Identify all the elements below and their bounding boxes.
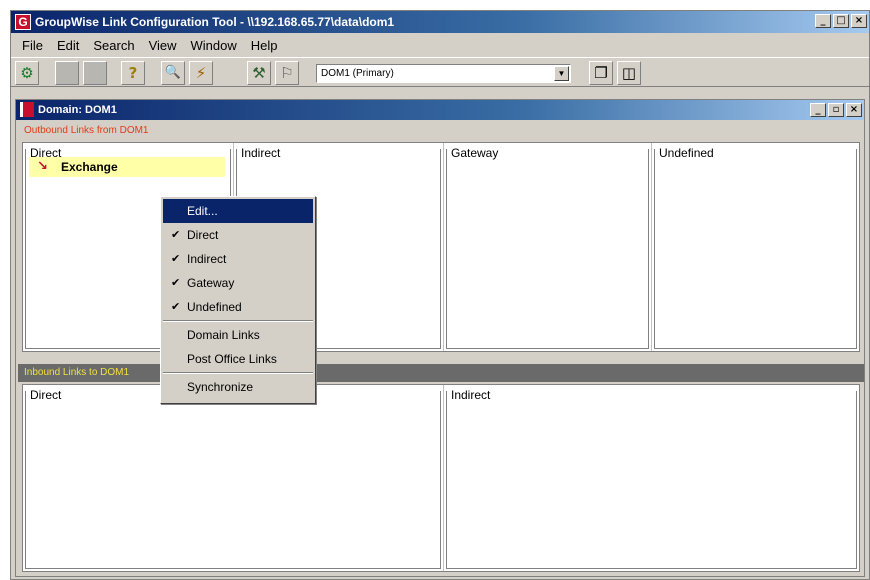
menu-separator (163, 372, 313, 374)
menu-item-post-office-links[interactable]: Post Office Links (163, 347, 313, 371)
chevron-down-icon[interactable]: ▼ (554, 66, 569, 81)
menu-item-synchronize[interactable]: Synchronize (163, 375, 313, 399)
context-menu: Edit... ✔ Direct ✔ Indirect ✔ Gateway ✔ … (160, 196, 316, 404)
link-tool-icon[interactable]: ⚡ (189, 61, 213, 85)
window-title: GroupWise Link Configuration Tool - \\19… (35, 15, 395, 29)
group-title: Indirect (240, 146, 282, 160)
menu-view[interactable]: View (142, 38, 184, 53)
domain-select-value: DOM1 (Primary) (321, 68, 394, 79)
close-button[interactable]: × (851, 14, 867, 28)
menu-item-indirect[interactable]: ✔ Indirect (163, 247, 313, 271)
edit-link-icon[interactable]: ⚐ (275, 61, 299, 85)
group-title: Gateway (450, 146, 500, 160)
menu-help[interactable]: Help (244, 38, 285, 53)
child-restore-button[interactable]: ▫ (828, 103, 844, 117)
window-titlebar[interactable]: G GroupWise Link Configuration Tool - \\… (11, 11, 869, 33)
group-title: Direct (29, 388, 63, 402)
outbound-group-undefined[interactable]: Undefined (651, 143, 859, 351)
disabled-icon-1[interactable] (55, 61, 79, 85)
menu-search[interactable]: Search (86, 38, 141, 53)
link-item-label: Exchange (61, 160, 118, 174)
find-icon[interactable]: 🔍 (161, 61, 185, 85)
inbound-links-label: Inbound Links to DOM1 (18, 364, 864, 382)
child-minimize-button[interactable]: _ (810, 103, 826, 117)
domain-child-window: Domain: DOM1 _ ▫ × Outbound Links from D… (15, 99, 865, 577)
disabled-icon-2[interactable] (83, 61, 107, 85)
toolbar: ⚙ ? 🔍 ⚡ ⚒ ⚐ DOM1 (Primary) ▼ ❐ ◫ (11, 57, 869, 87)
maximize-button[interactable]: □ (833, 14, 849, 28)
tile-icon[interactable]: ◫ (617, 61, 641, 85)
minimize-button[interactable]: _ (815, 14, 831, 28)
menu-item-undefined[interactable]: ✔ Undefined (163, 295, 313, 319)
group-title: Undefined (658, 146, 715, 160)
outbound-links-label: Outbound Links from DOM1 (18, 122, 864, 140)
child-window-titlebar[interactable]: Domain: DOM1 _ ▫ × (16, 100, 864, 120)
help-icon[interactable]: ? (121, 61, 145, 85)
link-item-exchange[interactable]: ↘ Exchange (29, 157, 225, 177)
inbound-group-direct[interactable]: Direct (23, 385, 443, 571)
inbound-group-indirect[interactable]: Indirect (443, 385, 859, 571)
menu-edit[interactable]: Edit (50, 38, 86, 53)
link-connector-icon: ↘ (37, 159, 48, 174)
connect-icon[interactable]: ⚙ (15, 61, 39, 85)
menu-window[interactable]: Window (184, 38, 244, 53)
menu-separator (163, 320, 313, 322)
cascade-icon[interactable]: ❐ (589, 61, 613, 85)
checkmark-icon: ✔ (171, 300, 181, 313)
outbound-links-pane: Direct ↘ Exchange Indirect Gateway Undef… (22, 142, 860, 352)
menu-item-edit[interactable]: Edit... (163, 199, 313, 223)
child-close-button[interactable]: × (846, 103, 862, 117)
checkmark-icon: ✔ (171, 252, 181, 265)
menu-item-gateway[interactable]: ✔ Gateway (163, 271, 313, 295)
group-title: Indirect (450, 388, 492, 402)
outbound-group-gateway[interactable]: Gateway (443, 143, 651, 351)
menu-bar: File Edit Search View Window Help (11, 35, 869, 55)
app-window: G GroupWise Link Configuration Tool - \\… (10, 10, 870, 580)
checkmark-icon: ✔ (171, 276, 181, 289)
menu-item-direct[interactable]: ✔ Direct (163, 223, 313, 247)
inbound-links-pane: Direct Indirect (22, 384, 860, 572)
tree-icon[interactable]: ⚒ (247, 61, 271, 85)
domain-select[interactable]: DOM1 (Primary) ▼ (316, 64, 571, 83)
menu-file[interactable]: File (15, 38, 50, 53)
menu-item-domain-links[interactable]: Domain Links (163, 323, 313, 347)
child-window-title: Domain: DOM1 (38, 104, 117, 116)
checkmark-icon: ✔ (171, 228, 181, 241)
domain-icon (20, 102, 34, 117)
groupwise-app-icon: G (15, 14, 31, 30)
